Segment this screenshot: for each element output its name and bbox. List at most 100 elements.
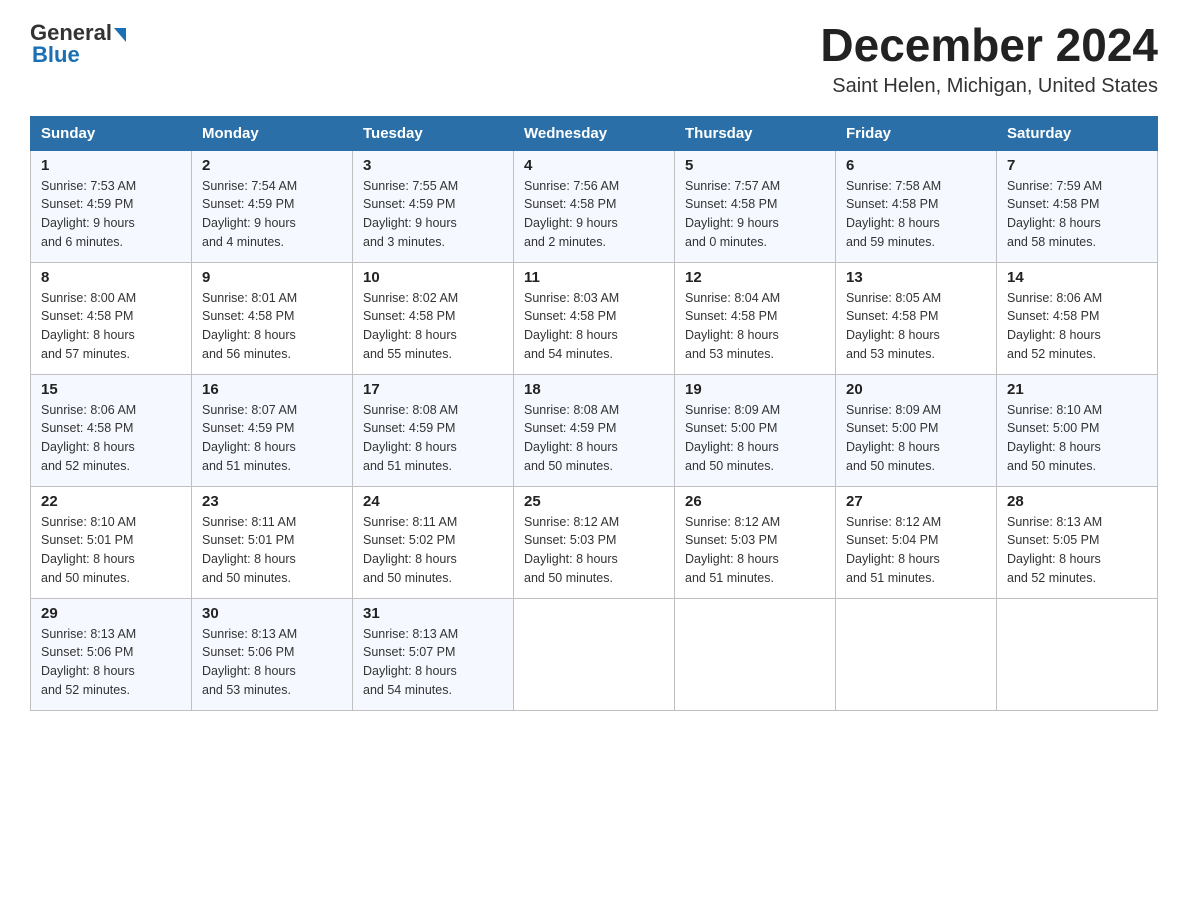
day-info: Sunrise: 7:57 AMSunset: 4:58 PMDaylight:…: [685, 177, 825, 252]
title-section: December 2024 Saint Helen, Michigan, Uni…: [820, 20, 1158, 98]
logo-arrow-icon: [114, 28, 126, 42]
day-number: 21: [1007, 381, 1147, 398]
calendar-cell: 13 Sunrise: 8:05 AMSunset: 4:58 PMDaylig…: [836, 262, 997, 374]
day-number: 9: [202, 269, 342, 286]
day-number: 22: [41, 493, 181, 510]
day-info: Sunrise: 8:06 AMSunset: 4:58 PMDaylight:…: [1007, 289, 1147, 364]
calendar-week-5: 29 Sunrise: 8:13 AMSunset: 5:06 PMDaylig…: [31, 598, 1158, 710]
day-info: Sunrise: 8:13 AMSunset: 5:06 PMDaylight:…: [202, 625, 342, 700]
calendar-cell: 22 Sunrise: 8:10 AMSunset: 5:01 PMDaylig…: [31, 486, 192, 598]
weekday-header-friday: Friday: [836, 116, 997, 150]
day-number: 27: [846, 493, 986, 510]
day-number: 30: [202, 605, 342, 622]
day-info: Sunrise: 8:03 AMSunset: 4:58 PMDaylight:…: [524, 289, 664, 364]
weekday-header-wednesday: Wednesday: [514, 116, 675, 150]
day-number: 26: [685, 493, 825, 510]
day-info: Sunrise: 8:11 AMSunset: 5:01 PMDaylight:…: [202, 513, 342, 588]
calendar-cell: 10 Sunrise: 8:02 AMSunset: 4:58 PMDaylig…: [353, 262, 514, 374]
calendar-cell: 17 Sunrise: 8:08 AMSunset: 4:59 PMDaylig…: [353, 374, 514, 486]
logo: General Blue: [30, 20, 126, 68]
day-number: 1: [41, 157, 181, 174]
day-info: Sunrise: 8:01 AMSunset: 4:58 PMDaylight:…: [202, 289, 342, 364]
day-info: Sunrise: 8:04 AMSunset: 4:58 PMDaylight:…: [685, 289, 825, 364]
day-info: Sunrise: 7:58 AMSunset: 4:58 PMDaylight:…: [846, 177, 986, 252]
calendar-cell: 5 Sunrise: 7:57 AMSunset: 4:58 PMDayligh…: [675, 150, 836, 262]
day-info: Sunrise: 7:59 AMSunset: 4:58 PMDaylight:…: [1007, 177, 1147, 252]
day-info: Sunrise: 8:12 AMSunset: 5:03 PMDaylight:…: [685, 513, 825, 588]
day-info: Sunrise: 7:54 AMSunset: 4:59 PMDaylight:…: [202, 177, 342, 252]
day-info: Sunrise: 8:11 AMSunset: 5:02 PMDaylight:…: [363, 513, 503, 588]
day-number: 23: [202, 493, 342, 510]
calendar-cell: 30 Sunrise: 8:13 AMSunset: 5:06 PMDaylig…: [192, 598, 353, 710]
day-number: 17: [363, 381, 503, 398]
calendar-cell: 4 Sunrise: 7:56 AMSunset: 4:58 PMDayligh…: [514, 150, 675, 262]
day-info: Sunrise: 8:06 AMSunset: 4:58 PMDaylight:…: [41, 401, 181, 476]
weekday-header-row: SundayMondayTuesdayWednesdayThursdayFrid…: [31, 116, 1158, 150]
day-info: Sunrise: 7:53 AMSunset: 4:59 PMDaylight:…: [41, 177, 181, 252]
day-number: 19: [685, 381, 825, 398]
day-number: 7: [1007, 157, 1147, 174]
calendar-cell: 3 Sunrise: 7:55 AMSunset: 4:59 PMDayligh…: [353, 150, 514, 262]
calendar-cell: 19 Sunrise: 8:09 AMSunset: 5:00 PMDaylig…: [675, 374, 836, 486]
day-number: 18: [524, 381, 664, 398]
calendar-cell: 16 Sunrise: 8:07 AMSunset: 4:59 PMDaylig…: [192, 374, 353, 486]
calendar-cell: 1 Sunrise: 7:53 AMSunset: 4:59 PMDayligh…: [31, 150, 192, 262]
day-info: Sunrise: 8:00 AMSunset: 4:58 PMDaylight:…: [41, 289, 181, 364]
calendar-cell: 8 Sunrise: 8:00 AMSunset: 4:58 PMDayligh…: [31, 262, 192, 374]
day-number: 29: [41, 605, 181, 622]
calendar-cell: 11 Sunrise: 8:03 AMSunset: 4:58 PMDaylig…: [514, 262, 675, 374]
weekday-header-monday: Monday: [192, 116, 353, 150]
calendar-cell: [836, 598, 997, 710]
day-info: Sunrise: 8:10 AMSunset: 5:01 PMDaylight:…: [41, 513, 181, 588]
weekday-header-saturday: Saturday: [997, 116, 1158, 150]
month-title: December 2024: [820, 20, 1158, 71]
day-number: 10: [363, 269, 503, 286]
day-info: Sunrise: 8:02 AMSunset: 4:58 PMDaylight:…: [363, 289, 503, 364]
day-info: Sunrise: 8:07 AMSunset: 4:59 PMDaylight:…: [202, 401, 342, 476]
day-number: 31: [363, 605, 503, 622]
calendar-cell: 23 Sunrise: 8:11 AMSunset: 5:01 PMDaylig…: [192, 486, 353, 598]
calendar-cell: [514, 598, 675, 710]
day-info: Sunrise: 7:55 AMSunset: 4:59 PMDaylight:…: [363, 177, 503, 252]
day-info: Sunrise: 8:05 AMSunset: 4:58 PMDaylight:…: [846, 289, 986, 364]
location-text: Saint Helen, Michigan, United States: [820, 75, 1158, 98]
calendar-week-4: 22 Sunrise: 8:10 AMSunset: 5:01 PMDaylig…: [31, 486, 1158, 598]
calendar-cell: 31 Sunrise: 8:13 AMSunset: 5:07 PMDaylig…: [353, 598, 514, 710]
calendar-cell: 26 Sunrise: 8:12 AMSunset: 5:03 PMDaylig…: [675, 486, 836, 598]
day-info: Sunrise: 8:12 AMSunset: 5:03 PMDaylight:…: [524, 513, 664, 588]
day-info: Sunrise: 8:09 AMSunset: 5:00 PMDaylight:…: [846, 401, 986, 476]
calendar-cell: 15 Sunrise: 8:06 AMSunset: 4:58 PMDaylig…: [31, 374, 192, 486]
day-number: 3: [363, 157, 503, 174]
calendar-cell: 9 Sunrise: 8:01 AMSunset: 4:58 PMDayligh…: [192, 262, 353, 374]
day-number: 16: [202, 381, 342, 398]
day-info: Sunrise: 8:08 AMSunset: 4:59 PMDaylight:…: [363, 401, 503, 476]
day-number: 4: [524, 157, 664, 174]
day-number: 11: [524, 269, 664, 286]
day-info: Sunrise: 8:13 AMSunset: 5:07 PMDaylight:…: [363, 625, 503, 700]
calendar-cell: 29 Sunrise: 8:13 AMSunset: 5:06 PMDaylig…: [31, 598, 192, 710]
calendar-cell: 18 Sunrise: 8:08 AMSunset: 4:59 PMDaylig…: [514, 374, 675, 486]
calendar-cell: 24 Sunrise: 8:11 AMSunset: 5:02 PMDaylig…: [353, 486, 514, 598]
calendar-cell: [675, 598, 836, 710]
calendar-cell: 20 Sunrise: 8:09 AMSunset: 5:00 PMDaylig…: [836, 374, 997, 486]
day-info: Sunrise: 8:10 AMSunset: 5:00 PMDaylight:…: [1007, 401, 1147, 476]
day-info: Sunrise: 8:12 AMSunset: 5:04 PMDaylight:…: [846, 513, 986, 588]
calendar-table: SundayMondayTuesdayWednesdayThursdayFrid…: [30, 116, 1158, 711]
day-info: Sunrise: 8:13 AMSunset: 5:05 PMDaylight:…: [1007, 513, 1147, 588]
day-number: 24: [363, 493, 503, 510]
logo-blue-text: Blue: [32, 42, 80, 68]
calendar-cell: 28 Sunrise: 8:13 AMSunset: 5:05 PMDaylig…: [997, 486, 1158, 598]
day-info: Sunrise: 7:56 AMSunset: 4:58 PMDaylight:…: [524, 177, 664, 252]
calendar-cell: 12 Sunrise: 8:04 AMSunset: 4:58 PMDaylig…: [675, 262, 836, 374]
calendar-cell: 6 Sunrise: 7:58 AMSunset: 4:58 PMDayligh…: [836, 150, 997, 262]
calendar-cell: 2 Sunrise: 7:54 AMSunset: 4:59 PMDayligh…: [192, 150, 353, 262]
calendar-week-2: 8 Sunrise: 8:00 AMSunset: 4:58 PMDayligh…: [31, 262, 1158, 374]
day-info: Sunrise: 8:08 AMSunset: 4:59 PMDaylight:…: [524, 401, 664, 476]
calendar-cell: 21 Sunrise: 8:10 AMSunset: 5:00 PMDaylig…: [997, 374, 1158, 486]
day-number: 12: [685, 269, 825, 286]
day-number: 20: [846, 381, 986, 398]
day-number: 8: [41, 269, 181, 286]
weekday-header-sunday: Sunday: [31, 116, 192, 150]
weekday-header-thursday: Thursday: [675, 116, 836, 150]
calendar-cell: 7 Sunrise: 7:59 AMSunset: 4:58 PMDayligh…: [997, 150, 1158, 262]
